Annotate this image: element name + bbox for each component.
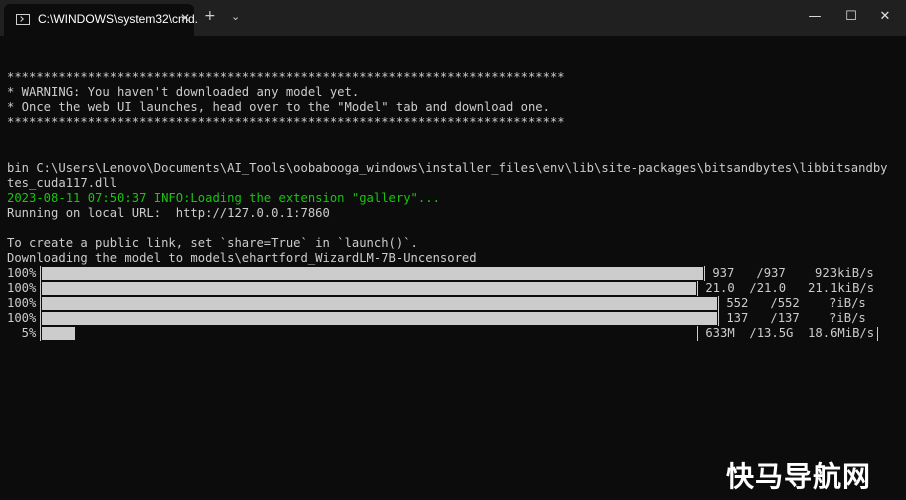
progress-bar-fill <box>42 327 75 340</box>
terminal-output[interactable]: ****************************************… <box>0 36 906 500</box>
progress-bar-left-edge <box>40 266 41 281</box>
close-window-button[interactable]: ✕ <box>862 0 906 34</box>
bin-line: bin C:\Users\Lenovo\Documents\AI_Tools\o… <box>7 161 888 175</box>
progress-stats: 21.0 /21.0 21.1kiB/s <box>698 281 875 295</box>
progress-bar-left-edge <box>40 311 41 326</box>
progress-bar-fill <box>42 312 717 325</box>
running-line: Running on local URL: http://127.0.0.1:7… <box>7 206 330 220</box>
watermark: 快马导航网 <box>726 460 872 493</box>
bin-line: tes_cuda117.dll <box>7 176 118 190</box>
progress-percent: 100% <box>7 311 37 325</box>
progress-bar-left-edge <box>40 326 41 341</box>
stars-line: ****************************************… <box>7 70 565 84</box>
chevron-down-icon[interactable]: ⌄ <box>231 10 240 23</box>
tab-cmd[interactable]: C:\WINDOWS\system32\cmd. ✕ <box>4 4 198 36</box>
progress-bar-fill <box>42 282 696 295</box>
progress-bar-fill <box>42 297 717 310</box>
stars-line: ****************************************… <box>7 115 565 129</box>
warning-line: * Once the web UI launches, head over to… <box>7 100 550 114</box>
progress-bar-left-edge <box>40 296 41 311</box>
progress-stats: 937 /937 923kiB/s <box>705 266 874 280</box>
progress-percent: 5% <box>7 326 37 340</box>
terminal-window: C:\WINDOWS\system32\cmd. ✕ + ⌄ — ☐ ✕ ***… <box>0 0 906 500</box>
progress-stats: 137 /137 ?iB/s <box>719 311 866 325</box>
progress-percent: 100% <box>7 266 37 280</box>
terminal-icon <box>16 14 30 25</box>
warning-line: * WARNING: You haven't downloaded any mo… <box>7 85 360 99</box>
progress-stats: 552 /552 ?iB/s <box>719 296 866 310</box>
progress-bar-left-edge <box>40 281 41 296</box>
tab-close-icon[interactable]: ✕ <box>180 11 190 25</box>
info-line: 2023-08-11 07:50:37 INFO:Loading the ext… <box>7 191 440 205</box>
text-cursor <box>877 327 878 341</box>
progress-percent: 100% <box>7 296 37 310</box>
title-bar: C:\WINDOWS\system32\cmd. ✕ + ⌄ — ☐ ✕ <box>0 0 906 36</box>
new-tab-button[interactable]: + <box>204 8 216 24</box>
downloading-line: Downloading the model to models\ehartfor… <box>7 251 477 265</box>
progress-stats: 633M /13.5G 18.6MiB/s <box>698 326 875 340</box>
progress-percent: 100% <box>7 281 37 295</box>
tab-title: C:\WINDOWS\system32\cmd. <box>38 12 199 26</box>
progress-bar-fill <box>42 267 703 280</box>
public-link-line: To create a public link, set `share=True… <box>7 236 418 250</box>
